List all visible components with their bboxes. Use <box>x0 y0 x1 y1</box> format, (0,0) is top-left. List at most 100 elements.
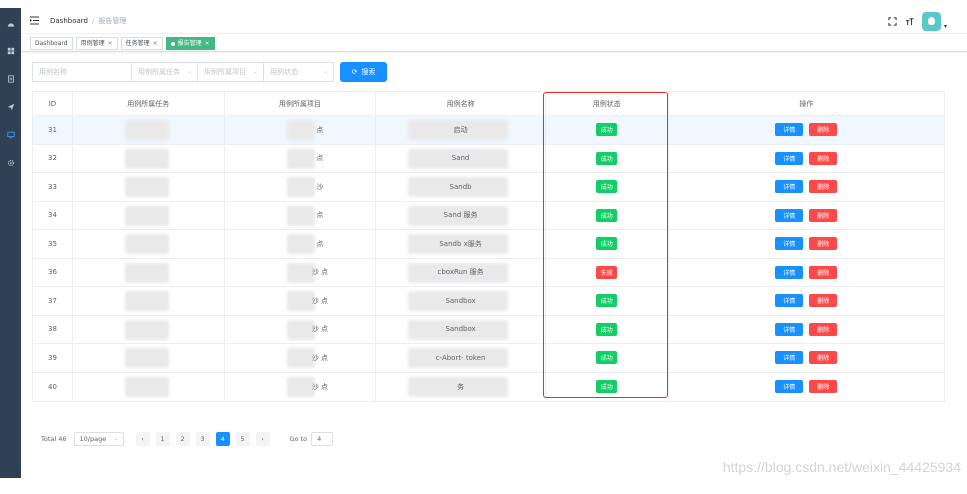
redacted-block <box>124 177 169 197</box>
redacted-block <box>286 177 315 197</box>
caret-down-icon[interactable]: ▾ <box>944 23 947 30</box>
detail-button[interactable]: 详情 <box>775 237 804 251</box>
delete-button[interactable]: 删除 <box>809 351 838 365</box>
project-text: 沙 <box>316 182 324 191</box>
cell-status: 成功 <box>546 315 669 343</box>
cell-name: Sandb <box>376 173 546 201</box>
fullscreen-icon[interactable] <box>888 17 898 27</box>
delete-button[interactable]: 删除 <box>809 294 838 308</box>
detail-button[interactable]: 详情 <box>775 351 804 365</box>
task-select[interactable]: 用例所属任务 ⌄ <box>131 62 198 82</box>
cell-project: 点 <box>225 230 377 258</box>
search-button[interactable]: ⟳ 搜索 <box>340 62 387 82</box>
cell-name: Sandb x服务 <box>376 230 546 258</box>
cell-actions: 详情 删除 <box>669 173 944 201</box>
cell-status: 成功 <box>546 144 669 172</box>
navbar: Dashboard / 报告管理 ▾ <box>21 8 967 34</box>
detail-button[interactable]: 详情 <box>775 322 804 336</box>
tag-case-management[interactable]: 用例管理 × <box>75 37 118 50</box>
goto-page: Go to 4 <box>290 432 334 446</box>
delete-button[interactable]: 删除 <box>809 151 838 165</box>
font-size-icon[interactable] <box>905 17 915 27</box>
detail-button[interactable]: 详情 <box>775 151 804 165</box>
tag-label: Dashboard <box>35 40 68 47</box>
close-icon[interactable]: × <box>108 38 113 49</box>
cell-task <box>73 230 225 258</box>
watermark: https://blog.csdn.net/weixin_44425934 <box>722 459 961 475</box>
detail-button[interactable]: 详情 <box>775 294 804 308</box>
avatar[interactable] <box>921 12 941 31</box>
tag-report-management[interactable]: 报告管理 × <box>165 37 215 50</box>
cell-status: 成功 <box>546 344 669 372</box>
grid-icon[interactable] <box>4 44 17 57</box>
dashboard-icon[interactable] <box>4 18 17 31</box>
table-row: 31 点 启动 成功 详情 删除 <box>33 116 944 145</box>
tag-dashboard[interactable]: Dashboard <box>30 37 73 50</box>
table-row: 39 沙 点 c-Abort- token 成功 详情 删除 <box>33 344 944 373</box>
breadcrumb-current: 报告管理 <box>98 17 127 25</box>
prev-page-button[interactable]: ‹ <box>135 432 150 446</box>
cell-actions: 详情 删除 <box>669 316 944 344</box>
page-number-button[interactable]: 4 <box>215 432 230 446</box>
status-select[interactable]: 用例状态 ⌄ <box>263 62 334 82</box>
cell-id: 39 <box>33 344 73 372</box>
detail-button[interactable]: 详情 <box>775 123 804 137</box>
cell-status: 成功 <box>546 287 669 315</box>
breadcrumb-dashboard[interactable]: Dashboard <box>50 17 88 25</box>
table-row: 33 沙 Sandb 成功 详情 删除 <box>33 173 944 202</box>
project-select[interactable]: 用例所属项目 ⌄ <box>197 62 264 82</box>
redacted-block <box>124 262 169 283</box>
cell-name: 务 <box>376 372 546 401</box>
gear-icon[interactable] <box>4 156 17 169</box>
chevron-down-icon: ⌄ <box>252 68 258 75</box>
delete-button[interactable]: 删除 <box>809 208 838 222</box>
cell-task <box>73 344 225 372</box>
detail-button[interactable]: 详情 <box>775 208 804 222</box>
redacted-block <box>124 291 169 311</box>
search-button-label: 搜索 <box>361 68 376 76</box>
detail-button[interactable]: 详情 <box>775 380 804 394</box>
case-name-input[interactable]: 用例名称 <box>32 62 132 82</box>
status-badge: 成功 <box>596 351 618 365</box>
delete-button[interactable]: 删除 <box>809 380 838 394</box>
project-text: 点 <box>316 239 324 248</box>
filter-bar: 用例名称 用例所属任务 ⌄ 用例所属项目 ⌄ 用例状态 ⌄ ⟳ 搜索 <box>32 62 387 82</box>
cell-status: 成功 <box>546 116 669 144</box>
cell-task <box>73 287 225 315</box>
goto-label: Go to <box>289 435 308 443</box>
cell-actions: 详情 删除 <box>669 373 944 402</box>
page-number-button[interactable]: 2 <box>175 432 190 446</box>
table-header: ID 用例所属任务 用例所属项目 用例名称 用例状态 操作 <box>33 92 944 116</box>
close-icon[interactable]: × <box>205 38 210 49</box>
page-numbers: 12345 <box>155 432 256 446</box>
cell-status: 成功 <box>546 372 669 401</box>
cell-task <box>73 116 225 144</box>
close-icon[interactable]: × <box>153 38 158 49</box>
breadcrumb: Dashboard / 报告管理 <box>50 16 126 26</box>
page-size-select[interactable]: 10/page ⌄ <box>73 432 124 446</box>
detail-button[interactable]: 详情 <box>775 180 804 194</box>
page-number-button[interactable]: 3 <box>195 432 210 446</box>
delete-button[interactable]: 删除 <box>809 123 838 137</box>
page-number-button[interactable]: 5 <box>235 432 250 446</box>
hamburger-icon[interactable] <box>29 15 40 26</box>
monitor-icon[interactable] <box>4 128 17 141</box>
delete-button[interactable]: 删除 <box>809 237 838 251</box>
document-icon[interactable] <box>4 72 17 85</box>
delete-button[interactable]: 删除 <box>809 265 838 279</box>
refresh-icon: ⟳ <box>351 68 358 76</box>
next-page-button[interactable]: › <box>255 432 270 446</box>
cell-project: 沙 <box>225 173 377 201</box>
tag-label: 报告管理 <box>177 40 202 47</box>
cell-status: 成功 <box>546 173 669 201</box>
delete-button[interactable]: 删除 <box>809 322 838 336</box>
sidebar <box>0 8 21 478</box>
tag-task-management[interactable]: 任务管理 × <box>120 37 163 50</box>
send-icon[interactable] <box>4 100 17 113</box>
goto-page-input[interactable]: 4 <box>311 432 334 446</box>
detail-button[interactable]: 详情 <box>775 265 804 279</box>
name-text: Sandb x服务 <box>439 239 482 248</box>
delete-button[interactable]: 删除 <box>809 180 838 194</box>
page-number-button[interactable]: 1 <box>155 432 170 446</box>
status-badge: 成功 <box>596 237 618 251</box>
